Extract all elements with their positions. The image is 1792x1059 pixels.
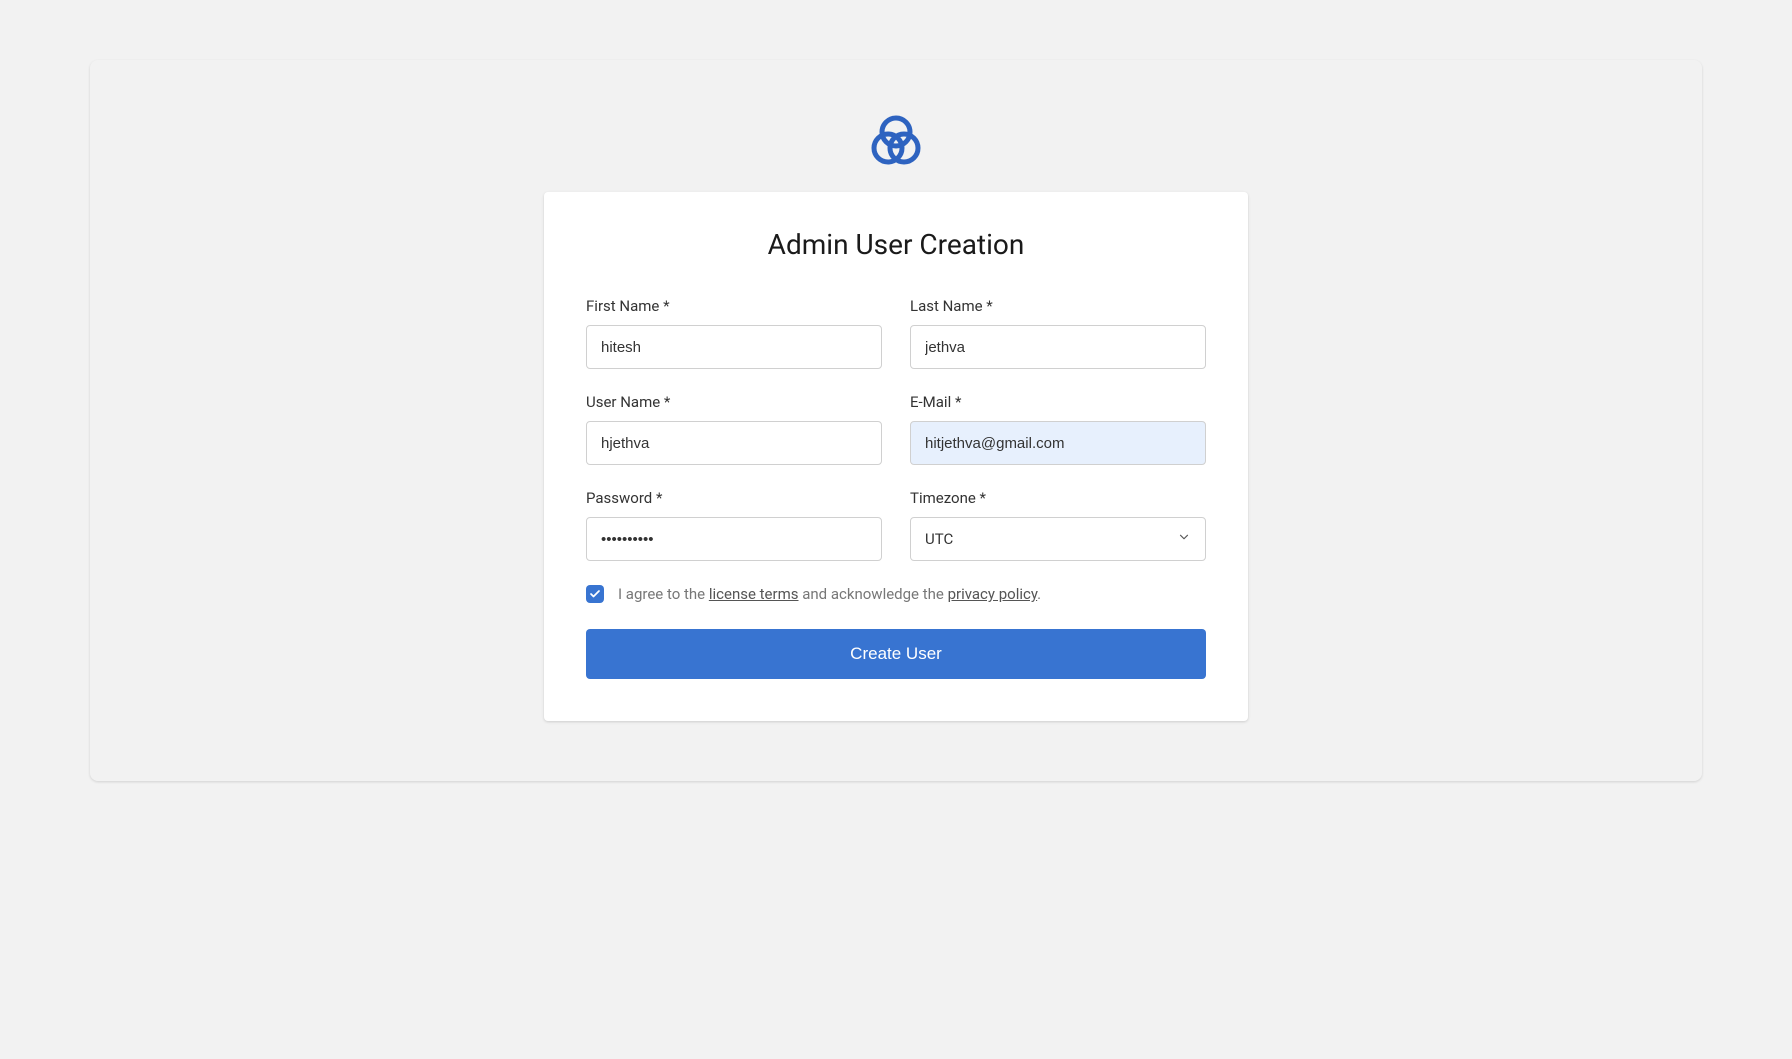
timezone-select[interactable]: UTC xyxy=(910,517,1206,561)
timezone-value: UTC xyxy=(925,530,953,548)
user-name-field: User Name * xyxy=(586,393,882,465)
email-label: E-Mail * xyxy=(910,393,1206,411)
first-name-field: First Name * xyxy=(586,297,882,369)
timezone-label: Timezone * xyxy=(910,489,1206,507)
email-field: E-Mail * xyxy=(910,393,1206,465)
consent-checkbox[interactable] xyxy=(586,585,604,603)
create-user-button[interactable]: Create User xyxy=(586,629,1206,679)
form-grid: First Name * Last Name * User Name * E-M… xyxy=(586,297,1206,561)
last-name-field: Last Name * xyxy=(910,297,1206,369)
email-input[interactable] xyxy=(910,421,1206,465)
form-card: Admin User Creation First Name * Last Na… xyxy=(544,192,1248,721)
consent-text: I agree to the license terms and acknowl… xyxy=(618,585,1041,603)
first-name-input[interactable] xyxy=(586,325,882,369)
logo xyxy=(864,108,928,172)
license-terms-link[interactable]: license terms xyxy=(709,585,799,603)
password-label: Password * xyxy=(586,489,882,507)
timezone-field: Timezone * UTC xyxy=(910,489,1206,561)
chevron-down-icon xyxy=(1177,530,1191,548)
password-field: Password * xyxy=(586,489,882,561)
password-input[interactable] xyxy=(586,517,882,561)
first-name-label: First Name * xyxy=(586,297,882,315)
form-title: Admin User Creation xyxy=(586,228,1206,261)
last-name-input[interactable] xyxy=(910,325,1206,369)
privacy-policy-link[interactable]: privacy policy xyxy=(948,585,1038,603)
consent-row: I agree to the license terms and acknowl… xyxy=(586,585,1206,603)
check-icon xyxy=(589,588,601,600)
last-name-label: Last Name * xyxy=(910,297,1206,315)
page-container: Admin User Creation First Name * Last Na… xyxy=(90,60,1702,781)
user-name-input[interactable] xyxy=(586,421,882,465)
cloud-logo-icon xyxy=(864,108,928,172)
user-name-label: User Name * xyxy=(586,393,882,411)
